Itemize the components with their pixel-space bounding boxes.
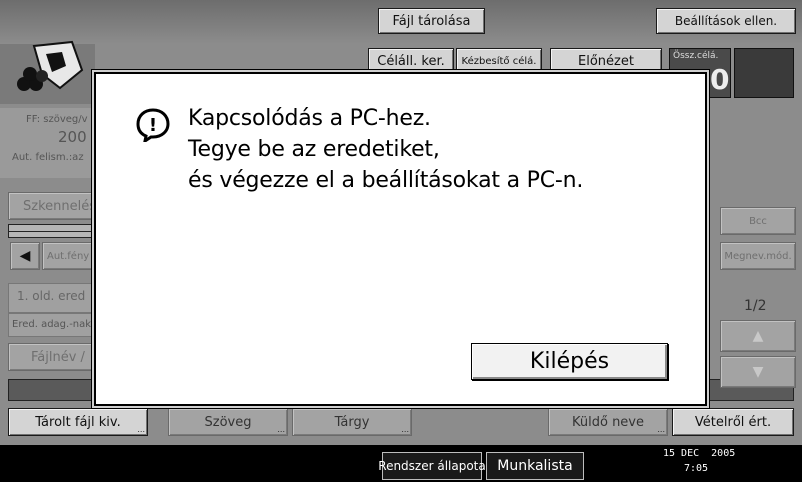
file-name-button[interactable]: Fájlnév / <box>8 343 98 371</box>
down-arrow-icon: ▼ <box>752 364 764 380</box>
scan-settings-button[interactable]: Szkennelés <box>8 192 98 220</box>
up-arrow-icon: ▲ <box>752 328 764 344</box>
exit-button[interactable]: Kilépés <box>471 343 668 380</box>
receipt-confirm-button[interactable]: Vételről ért. <box>672 408 794 436</box>
check-settings-label: Beállítások ellen. <box>674 14 778 28</box>
original-side-box: 1. old. ered <box>8 283 98 313</box>
job-list-label: Munkalista <box>497 458 573 474</box>
auto-density-label: Aut.fény <box>47 250 90 262</box>
dialog-message-line3: és végezze el a beállításokat a PC-n. <box>188 168 584 193</box>
density-left-arrow-button[interactable]: ◀ <box>10 242 40 270</box>
select-stored-file-label: Tárolt fájl kiv. <box>35 414 121 430</box>
auto-density-button[interactable]: Aut.fény <box>42 242 98 270</box>
page-down-button[interactable]: ▼ <box>720 356 796 388</box>
sender-name-button[interactable]: Küldő neve... <box>548 408 668 436</box>
system-status-button[interactable]: Rendszer állapota <box>378 452 486 480</box>
original-side-label: 1. old. ered <box>17 289 86 303</box>
store-file-button[interactable]: Fájl tárolása <box>378 8 485 34</box>
tab-dest-search[interactable]: Céláll. ker. <box>368 48 454 74</box>
svg-text:!: ! <box>149 115 157 136</box>
tab-preview-label: Előnézet <box>578 53 634 69</box>
dialog-message-line1: Kapcsolódás a PC-hez. <box>188 106 431 131</box>
tab-preview[interactable]: Előnézet <box>550 48 662 74</box>
ff-label: FF: szöveg/v <box>26 114 88 125</box>
text-button[interactable]: Szöveg... <box>168 408 288 436</box>
subject-label: Tárgy <box>334 414 370 430</box>
original-feed-box: Ered. adag.-nak <box>8 313 98 337</box>
name-change-label: Megnev.mód. <box>724 250 792 262</box>
bcc-label: Bcc <box>749 215 767 227</box>
select-stored-file-button[interactable]: Tárolt fájl kiv.... <box>8 408 148 436</box>
scan-settings-label: Szkennelés <box>23 198 96 214</box>
sender-name-label: Küldő neve <box>572 414 644 430</box>
pc-connection-dialog: ! Kapcsolódás a PC-hez. Tegye be az ered… <box>94 72 707 406</box>
store-file-label: Fájl tárolása <box>392 13 471 29</box>
left-arrow-icon: ◀ <box>19 248 31 264</box>
scanner-icon <box>17 40 84 91</box>
text-label: Szöveg <box>204 414 252 430</box>
exit-label: Kilépés <box>529 349 610 374</box>
left-status-panel: FF: szöveg/v 200 c Aut. felism.:az <box>0 108 100 178</box>
subject-button[interactable]: Tárgy... <box>292 408 412 436</box>
tab-dest-search-label: Céláll. ker. <box>377 53 445 69</box>
file-name-label: Fájlnév / <box>31 349 85 365</box>
name-change-button[interactable]: Megnev.mód. <box>720 242 796 270</box>
bcc-button[interactable]: Bcc <box>720 207 796 235</box>
check-settings-button[interactable]: Beállítások ellen. <box>656 8 796 34</box>
page-up-button[interactable]: ▲ <box>720 320 796 352</box>
system-status-label: Rendszer állapota <box>378 459 486 473</box>
auto-detect-label: Aut. felism.:az <box>12 152 84 163</box>
total-dest-value: 0 <box>710 63 730 96</box>
original-feed-label: Ered. adag.-nak <box>12 319 92 330</box>
page-indicator: 1/2 <box>744 298 767 314</box>
tab-manual-dest[interactable]: Kézbesítő célá. <box>456 48 542 74</box>
dialog-message-line2: Tegye be az eredetiket, <box>188 137 440 162</box>
receipt-confirm-label: Vételről ért. <box>694 414 772 430</box>
status-time: 7:05 <box>684 463 709 474</box>
total-dest-label: Össz.célá. <box>673 51 719 61</box>
density-slider[interactable] <box>8 224 99 238</box>
status-date: 15 DEC 2005 <box>663 448 736 459</box>
job-list-button[interactable]: Munkalista <box>486 452 584 480</box>
tab-manual-dest-label: Kézbesítő célá. <box>461 55 537 67</box>
total-dest-display <box>734 48 794 98</box>
question-icon: ! <box>136 108 170 142</box>
